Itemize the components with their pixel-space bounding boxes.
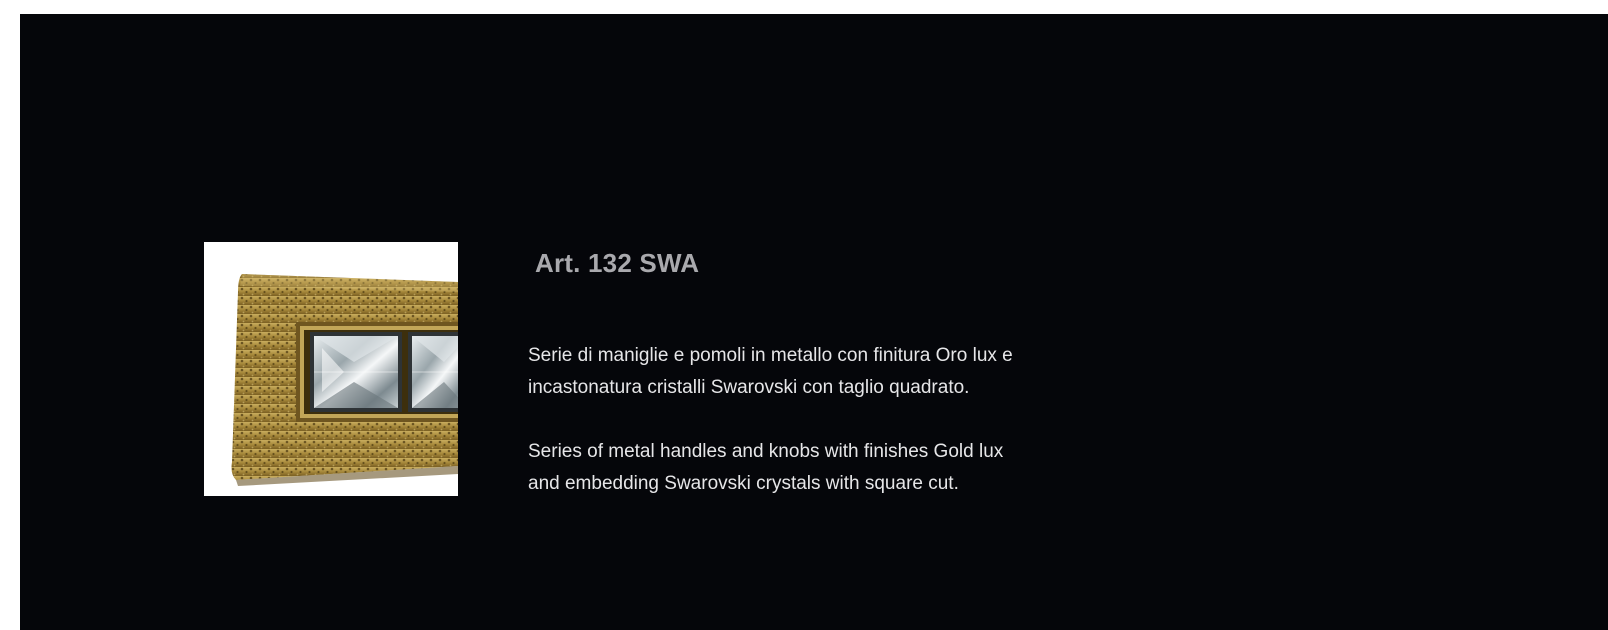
description-italian-line: incastonatura cristalli Swarovski con ta… [528,377,970,398]
product-title: Art. 132 SWA [535,248,700,278]
description-english-line: and embedding Swarovski crystals with sq… [528,473,959,494]
description-italian: Serie di maniglie e pomoli in metallo co… [528,340,1088,404]
product-image [204,242,458,496]
content-panel: Art. 132 SWA Serie di maniglie e pomoli … [20,14,1608,630]
description-english: Series of metal handles and knobs with f… [528,436,1088,500]
description-italian-line: Serie di maniglie e pomoli in metallo co… [528,345,1013,366]
description-english-line: Series of metal handles and knobs with f… [528,441,1004,462]
